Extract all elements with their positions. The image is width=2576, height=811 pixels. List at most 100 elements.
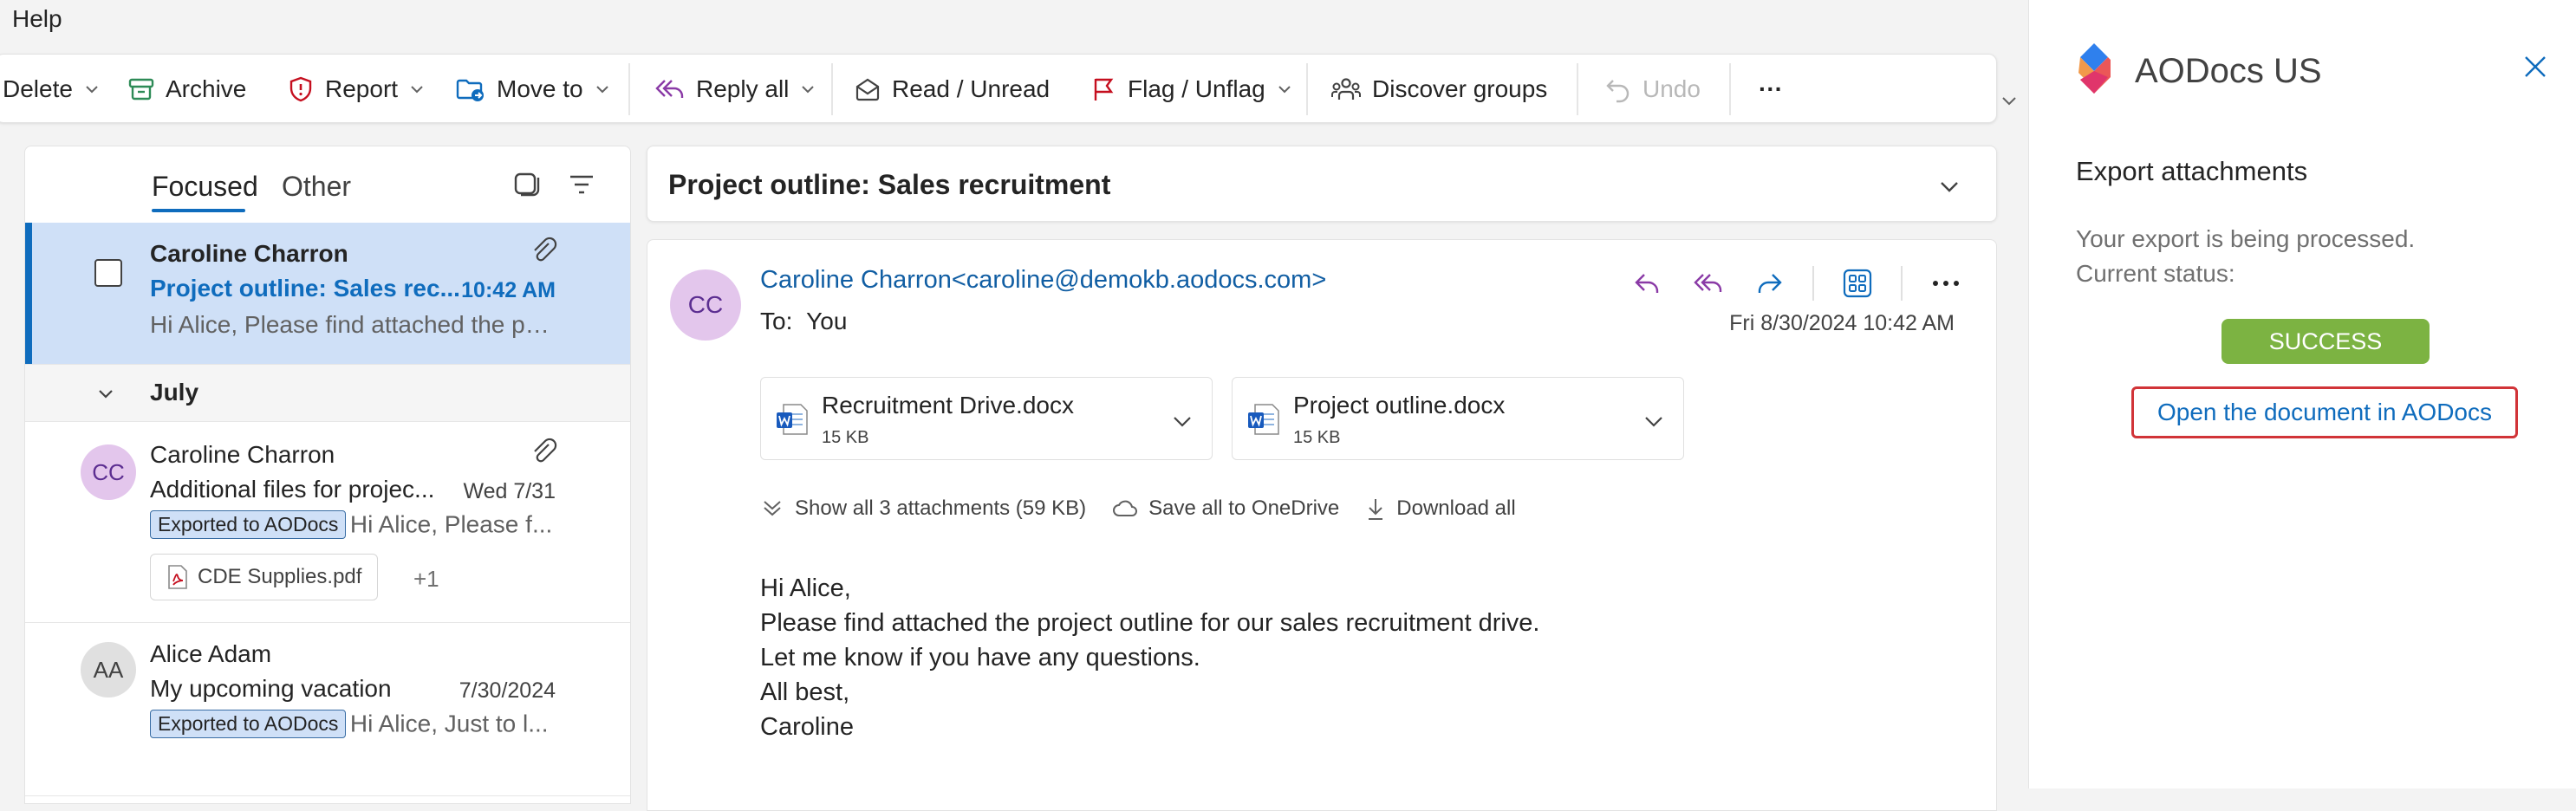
list-item[interactable]: AA Alice Adam My upcoming vacation 7/30/… (25, 623, 630, 796)
filter-icon[interactable] (566, 169, 597, 200)
download-all-label: Download all (1396, 496, 1516, 520)
chevron-down-icon[interactable] (1276, 81, 1293, 98)
avatar: CC (81, 444, 136, 500)
export-status-text: Your export is being processed. Current … (2076, 222, 2415, 291)
save-all-onedrive-link[interactable]: Save all to OneDrive (1112, 496, 1339, 521)
move-to-button[interactable]: Move to (455, 55, 611, 124)
chevron-down-icon (99, 390, 113, 399)
body-line: All best, (760, 678, 850, 706)
body-line: Please find attached the project outline… (760, 609, 1540, 637)
sender-avatar: CC (670, 269, 741, 341)
chevron-down-icon[interactable] (1999, 90, 2020, 111)
discover-groups-button[interactable]: Discover groups (1330, 55, 1547, 124)
message-body: Hi Alice, Please find attached the proje… (760, 571, 1539, 744)
forward-icon (1758, 274, 1782, 293)
tab-other[interactable]: Other (282, 171, 351, 203)
chevron-down-icon[interactable] (408, 81, 426, 98)
report-label: Report (325, 75, 399, 102)
report-button[interactable]: Report (287, 55, 426, 124)
item-sender: Caroline Charron (150, 441, 335, 468)
reply-all-icon (1694, 274, 1722, 292)
word-icon (777, 404, 808, 435)
tab-focused[interactable]: Focused (152, 171, 258, 203)
compose-icon[interactable] (511, 169, 542, 200)
addin-heading: Export attachments (2076, 156, 2308, 186)
toolbar-divider (1306, 63, 1308, 115)
pdf-icon (168, 565, 187, 589)
move-to-label: Move to (497, 75, 583, 102)
ribbon-toolbar: Delete Archive Report Move to Reply all … (0, 54, 1997, 123)
reply-icon (1635, 274, 1659, 293)
flag-unflag-button[interactable]: Flag / Unflag (1090, 55, 1293, 124)
undo-button[interactable]: Undo (1604, 55, 1701, 124)
archive-button[interactable]: Archive (127, 55, 246, 124)
recipient[interactable]: You (806, 308, 847, 334)
list-item[interactable]: CC Caroline Charron Additional files for… (25, 422, 630, 623)
word-icon (1248, 404, 1279, 435)
more-attachments-count[interactable]: +1 (413, 566, 439, 593)
chevron-down-icon[interactable] (1642, 409, 1666, 433)
download-icon (1369, 499, 1383, 520)
apps-button[interactable] (1840, 266, 1875, 301)
chevron-down-icon[interactable] (1937, 174, 1961, 198)
sender-address[interactable]: Caroline Charron<caroline@demokb.aodocs.… (760, 266, 1326, 295)
list-item[interactable]: Caroline Charron Project outline: Sales … (25, 223, 630, 365)
delete-label: Delete (3, 75, 73, 102)
chevron-down-icon[interactable] (1170, 409, 1194, 433)
cloud-icon (1113, 500, 1138, 516)
download-all-link[interactable]: Download all (1365, 496, 1516, 521)
item-preview-row: Exported to AODocs Hi Alice, Just to l..… (150, 710, 583, 738)
to-label: To: (760, 308, 793, 334)
attachment-chip[interactable]: CDE Supplies.pdf (150, 554, 379, 600)
delete-button[interactable]: Delete (3, 55, 101, 124)
chevron-down-icon[interactable] (83, 81, 101, 98)
read-unread-label: Read / Unread (892, 75, 1051, 102)
flag-unflag-label: Flag / Unflag (1128, 75, 1265, 102)
group-header-july[interactable]: July (25, 365, 630, 422)
more-actions-button[interactable] (1929, 266, 1963, 301)
attachment-name: CDE Supplies.pdf (198, 565, 362, 588)
more-options-button[interactable]: ··· (1759, 55, 1783, 124)
more-icon: ··· (1759, 75, 1783, 102)
tab-underline (152, 209, 245, 212)
undo-icon (1606, 80, 1630, 103)
undo-label: Undo (1643, 75, 1701, 102)
apps-icon (1843, 269, 1872, 298)
reply-all-icon (655, 80, 684, 98)
select-checkbox[interactable] (94, 259, 122, 287)
paperclip-icon (534, 237, 557, 262)
status-line: Current status: (2076, 260, 2235, 287)
close-icon[interactable] (2522, 54, 2548, 80)
focused-tabs: Focused Other (25, 146, 630, 223)
item-time: Wed 7/31 (463, 479, 556, 503)
forward-button[interactable] (1752, 266, 1786, 301)
attachment-name: Project outline.docx (1293, 392, 1506, 418)
toolbar-divider (831, 63, 833, 115)
reply-all-action-button[interactable] (1691, 266, 1726, 301)
toolbar-divider (1577, 63, 1578, 115)
status-line: Your export is being processed. (2076, 225, 2416, 252)
message-actions (1630, 266, 1963, 301)
read-unread-button[interactable]: Read / Unread (854, 55, 1050, 124)
people-icon (1331, 78, 1361, 100)
item-subject: My upcoming vacation (150, 675, 392, 702)
chevron-down-icon[interactable] (799, 81, 816, 98)
recipient-line: To: You (760, 308, 847, 335)
menu-help[interactable]: Help (12, 5, 62, 33)
show-all-attachments-link[interactable]: Show all 3 attachments (59 KB) (760, 496, 1086, 521)
status-badge: SUCCESS (2221, 319, 2430, 364)
reply-all-button[interactable]: Reply all (654, 55, 816, 124)
body-line: Hi Alice, (760, 574, 851, 602)
item-preview: Hi Alice, Please f... (349, 510, 553, 538)
more-icon (1933, 281, 1959, 286)
attachment-card[interactable]: Recruitment Drive.docx 15 KB (760, 377, 1213, 460)
attachment-card[interactable]: Project outline.docx 15 KB (1232, 377, 1684, 460)
exported-badge: Exported to AODocs (150, 510, 347, 539)
reply-all-label: Reply all (696, 75, 790, 102)
avatar: AA (81, 642, 136, 697)
chevron-down-icon[interactable] (594, 81, 611, 98)
paperclip-icon (534, 438, 557, 463)
reply-button[interactable] (1630, 266, 1665, 301)
show-all-label: Show all 3 attachments (59 KB) (795, 496, 1087, 520)
open-in-aodocs-link[interactable]: Open the document in AODocs (2131, 386, 2518, 438)
